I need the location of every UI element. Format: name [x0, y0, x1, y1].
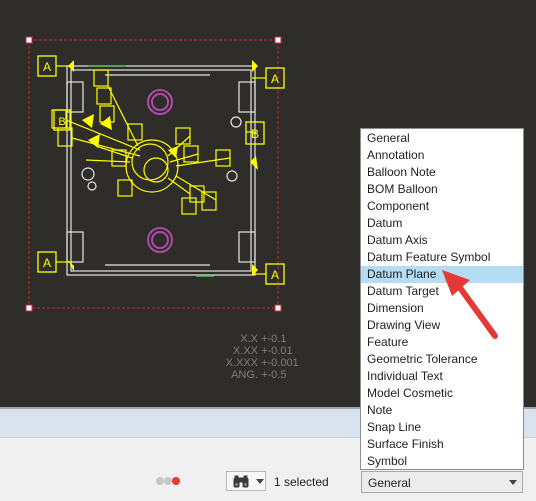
datum-label: A: [43, 256, 51, 270]
filter-option-note[interactable]: Note: [361, 402, 523, 419]
filter-option-symbol[interactable]: Symbol: [361, 453, 523, 470]
filter-option-drawing-view[interactable]: Drawing View: [361, 317, 523, 334]
selection-frame: [28, 39, 279, 309]
selection-count: 1 selected: [274, 475, 329, 489]
inactive-dot-icon: [156, 477, 164, 485]
filter-option-datum-plane[interactable]: Datum Plane: [361, 266, 523, 283]
datum-label: A: [43, 60, 51, 74]
find-dropdown-arrow-icon[interactable]: [256, 479, 264, 484]
filter-option-geometric-tolerance[interactable]: Geometric Tolerance: [361, 351, 523, 368]
tolerance-table: X.X +-0.1 X.XX +-0.01 X.XXX +-0.001 ANG.…: [214, 333, 299, 381]
datum-tag-a-top-right[interactable]: A: [265, 67, 285, 89]
filter-option-annotation[interactable]: Annotation: [361, 147, 523, 164]
filter-option-individual-text[interactable]: Individual Text: [361, 368, 523, 385]
filter-value: General: [368, 476, 411, 490]
filter-option-general[interactable]: General: [361, 130, 523, 147]
annotation-cluster[interactable]: [51, 69, 231, 215]
filter-option-datum-axis[interactable]: Datum Axis: [361, 232, 523, 249]
datum-leaders: [56, 65, 266, 275]
datum-label: A: [271, 268, 279, 282]
chevron-down-icon[interactable]: [504, 472, 522, 492]
filter-option-feature[interactable]: Feature: [361, 334, 523, 351]
datum-tag-a-bottom-left[interactable]: A: [37, 251, 57, 273]
tolerance-row: X.XXX +-0.001: [214, 357, 299, 369]
tolerance-value: +-0.5: [261, 369, 287, 381]
filter-option-model-cosmetic[interactable]: Model Cosmetic: [361, 385, 523, 402]
part-outline: [66, 65, 256, 276]
filter-dropdown-list[interactable]: General Annotation Balloon Note BOM Ball…: [360, 128, 524, 470]
datum-label: B: [58, 116, 65, 128]
inactive-dot-icon: [164, 477, 172, 485]
tolerance-format: X.XX: [232, 345, 258, 357]
filter-option-bom-balloon[interactable]: BOM Balloon: [361, 181, 523, 198]
tolerance-format: ANG.: [231, 369, 258, 381]
datum-tag-a-top-left[interactable]: A: [37, 55, 57, 77]
binoculars-icon: [233, 475, 249, 488]
frame-handles[interactable]: [25, 36, 282, 312]
tolerance-format: X.XXX: [225, 357, 258, 369]
selection-filter-select[interactable]: General: [361, 471, 523, 493]
tolerance-row: X.XX +-0.01: [214, 345, 299, 357]
filter-option-datum[interactable]: Datum: [361, 215, 523, 232]
tolerance-row: ANG. +-0.5: [214, 369, 299, 381]
tolerance-value: +-0.1: [261, 333, 287, 345]
filter-option-surface-finish[interactable]: Surface Finish: [361, 436, 523, 453]
filter-option-dimension[interactable]: Dimension: [361, 300, 523, 317]
filter-option-component[interactable]: Component: [361, 198, 523, 215]
filter-option-datum-target[interactable]: Datum Target: [361, 283, 523, 300]
tolerance-format: X.X: [240, 333, 258, 345]
datum-tag-a-bottom-right[interactable]: A: [265, 263, 285, 285]
filter-option-snap-line[interactable]: Snap Line: [361, 419, 523, 436]
datum-label: A: [271, 72, 279, 86]
datum-label: B: [251, 127, 259, 141]
filter-option-datum-feature-symbol[interactable]: Datum Feature Symbol: [361, 249, 523, 266]
status-dot-icon: [172, 477, 180, 485]
filter-option-balloon-note[interactable]: Balloon Note: [361, 164, 523, 181]
find-button[interactable]: [226, 471, 266, 491]
tolerance-row: X.X +-0.1: [214, 333, 299, 345]
tolerance-value: +-0.001: [261, 357, 299, 369]
tolerance-value: +-0.01: [261, 345, 293, 357]
green-accents: [88, 65, 214, 277]
